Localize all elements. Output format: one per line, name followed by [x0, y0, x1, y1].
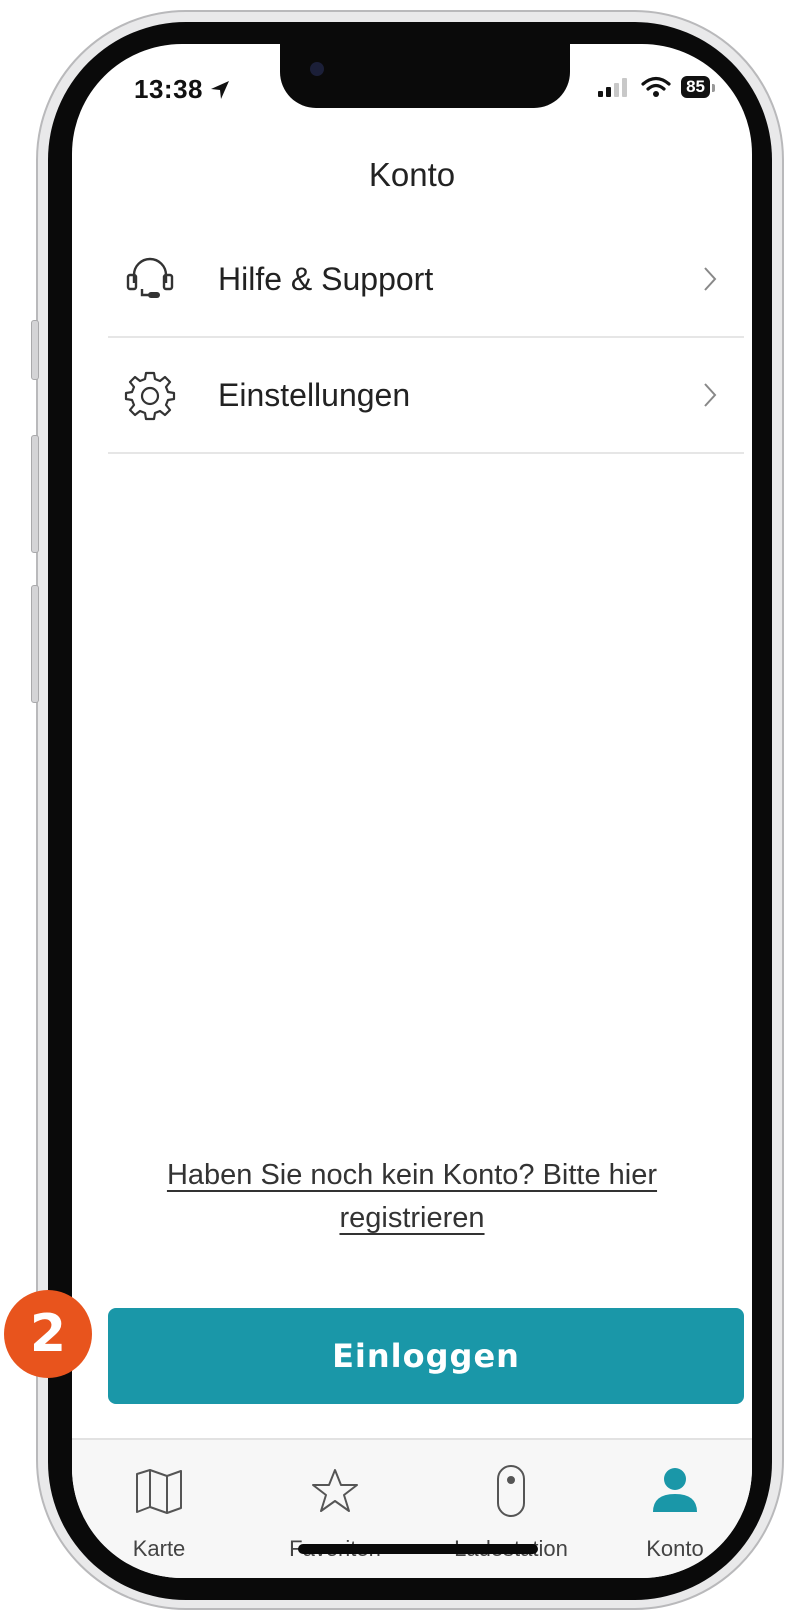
app-screen: 13:38 85 Konto Hilfe & Support Einstellu… — [72, 44, 752, 1578]
camera-icon — [310, 62, 324, 76]
gear-icon — [120, 365, 180, 425]
location-arrow-icon — [211, 80, 229, 99]
volume-down-button — [31, 585, 39, 703]
status-time: 13:38 — [134, 74, 231, 105]
chevron-right-icon — [702, 381, 722, 409]
wifi-icon — [641, 76, 671, 97]
tab-karte[interactable]: Karte — [94, 1440, 224, 1578]
tab-label: Karte — [132, 1536, 186, 1561]
menu-item-help-support[interactable]: Hilfe & Support — [108, 222, 744, 338]
chevron-right-icon — [702, 265, 722, 293]
volume-up-button — [31, 435, 39, 553]
mute-switch — [31, 320, 39, 380]
tab-bar: Karte Favoriten Ladestation — [72, 1438, 752, 1578]
register-link-line2: registrieren — [339, 1202, 485, 1234]
tab-favoriten[interactable]: Favoriten — [270, 1440, 400, 1578]
battery-indicator: 85 — [681, 76, 715, 98]
tab-label: Konto — [646, 1536, 704, 1561]
step-badge: 2 — [4, 1290, 92, 1378]
register-link-line1: Haben Sie noch kein Konto? Bitte hier — [166, 1159, 658, 1191]
status-time-text: 13:38 — [134, 74, 203, 104]
tab-ladestation[interactable]: Ladestation — [446, 1440, 576, 1578]
menu-item-settings[interactable]: Einstellungen — [108, 338, 744, 454]
menu-item-label: Hilfe & Support — [218, 260, 434, 297]
charger-icon — [486, 1465, 536, 1517]
notch — [280, 44, 570, 108]
tab-konto[interactable]: Konto — [610, 1440, 740, 1578]
home-indicator — [298, 1544, 538, 1554]
register-link[interactable]: Haben Sie noch kein Konto? Bitte hier re… — [132, 1154, 692, 1240]
headset-icon — [120, 249, 180, 309]
star-icon — [310, 1466, 360, 1516]
signal-icon — [598, 78, 628, 97]
status-indicators: 85 — [597, 76, 715, 98]
user-icon — [650, 1466, 700, 1516]
page-title: Konto — [368, 156, 456, 193]
login-button[interactable]: Einloggen — [108, 1308, 744, 1404]
map-icon — [134, 1466, 184, 1516]
menu-item-label: Einstellungen — [218, 376, 411, 413]
